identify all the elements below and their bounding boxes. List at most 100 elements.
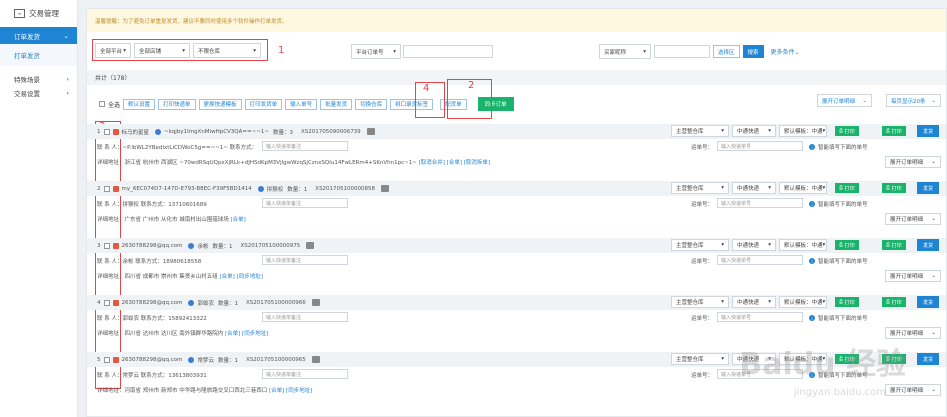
contact-info: ~P.lbWL2YBedIxtLiCDWoC5g==~~1~ 联系方式： bbox=[122, 145, 258, 151]
ship-warehouse-select[interactable]: 主营整仓库 ▾ bbox=[671, 182, 729, 194]
menu-order-ship[interactable]: 订单发货 ⌄ bbox=[0, 27, 77, 44]
template-select[interactable]: 默认模板：中通 ▾ bbox=[779, 125, 827, 137]
smart-fill[interactable]: i 智能填写下面的单号 bbox=[809, 314, 868, 322]
waybill-input[interactable]: 输入快递单号 bbox=[717, 255, 803, 265]
print-button[interactable]: ⎙ 打印 bbox=[835, 240, 859, 250]
switch-warehouse-button[interactable]: 切换仓库 bbox=[355, 98, 388, 110]
menu-special[interactable]: 特殊场景 › bbox=[0, 72, 77, 86]
expand-all-button[interactable]: 展开订单明细 ⌄ bbox=[817, 94, 872, 107]
order-checkbox[interactable] bbox=[103, 128, 110, 135]
printer-icon: ⎙ bbox=[886, 185, 891, 191]
ship-warehouse-select[interactable]: 主营整仓库 ▾ bbox=[671, 353, 729, 365]
print-button-2[interactable]: ⎙ 打印 bbox=[882, 297, 906, 307]
order-links[interactable]: [合单] [同步地址] bbox=[269, 388, 312, 394]
order-input[interactable] bbox=[403, 45, 493, 58]
input-number-button[interactable]: 输入单号 bbox=[285, 98, 318, 110]
order-card: 2 my_6EC074D7-147D-E793-B8EC-F39F5BD1414… bbox=[87, 181, 946, 228]
remark-input[interactable]: 输入快递单备注 bbox=[262, 198, 348, 208]
menu-trade-settings[interactable]: 交易设置 › bbox=[0, 86, 77, 100]
submenu-print-ship[interactable]: 打单发货 bbox=[0, 44, 77, 66]
ship-warehouse-select[interactable]: 主营整仓库 ▾ bbox=[671, 239, 729, 251]
ship-warehouse-select[interactable]: 主营整仓库 ▾ bbox=[671, 296, 729, 308]
platform-icon bbox=[112, 185, 119, 192]
order-body: 联 系 人：郭蚁农 联系方式：15892413322 输入快递单备注 详细地址：… bbox=[87, 310, 946, 342]
memo-icon[interactable] bbox=[306, 242, 315, 249]
order-links[interactable]: [取消合并] [合单] [取消拆单] bbox=[419, 160, 490, 166]
print-button-2[interactable]: ⎙ 打印 bbox=[882, 240, 906, 250]
order-detail-toggle[interactable]: 展开订单明细 ⌄ bbox=[885, 156, 941, 168]
caret-icon: ▾ bbox=[721, 185, 724, 191]
change-template-button[interactable]: 更换快递模板 bbox=[198, 98, 242, 110]
template-select[interactable]: 默认模板：中通 ▾ bbox=[779, 296, 827, 308]
waybill-input[interactable]: 输入快递单号 bbox=[717, 312, 803, 322]
ship-warehouse-value: 主营整仓库 bbox=[676, 300, 704, 306]
ship-button[interactable]: 发货 bbox=[917, 239, 940, 251]
print-express-button[interactable]: 打印快递单 bbox=[158, 98, 196, 110]
print-button-2[interactable]: ⎙ 打印 bbox=[882, 183, 906, 193]
print-button[interactable]: ⎙ 打印 bbox=[835, 183, 859, 193]
print-button[interactable]: ⎙ 打印 bbox=[835, 297, 859, 307]
print-button-2[interactable]: ⎙ 打印 bbox=[882, 126, 906, 136]
remark-input[interactable]: 输入快递单备注 bbox=[262, 255, 348, 265]
order-detail-toggle[interactable]: 展开订单明细 ⌄ bbox=[885, 213, 941, 225]
per-page-select[interactable]: 每页显示20条 ⌄ bbox=[886, 94, 941, 107]
express-select[interactable]: 中通快递 ▾ bbox=[732, 125, 776, 137]
remark-input[interactable]: 输入快递单备注 bbox=[262, 141, 348, 151]
order-links[interactable]: [合单] [同步地址] bbox=[225, 331, 268, 337]
order-detail-toggle[interactable]: 展开订单明细 ⌄ bbox=[885, 270, 941, 282]
waybill-input[interactable]: 输入快递单号 bbox=[717, 198, 803, 208]
ship-warehouse-select[interactable]: 主营整仓库 ▾ bbox=[671, 125, 729, 137]
pick-area-button[interactable]: 选择区 bbox=[713, 45, 740, 58]
more-filters-link[interactable]: 更多条件⌄ bbox=[771, 47, 800, 56]
ship-button[interactable]: 发货 bbox=[917, 353, 940, 365]
express-select[interactable]: 中通快递 ▾ bbox=[732, 296, 776, 308]
buyer-type-select[interactable]: 买家昵称 ▾ bbox=[599, 44, 651, 59]
select-all-checkbox[interactable] bbox=[99, 101, 105, 107]
remark-input[interactable]: 输入快递单备注 bbox=[262, 312, 348, 322]
caret-icon: ▾ bbox=[393, 48, 396, 55]
ship-button[interactable]: 发货 bbox=[917, 182, 940, 194]
select-all-label: 全选 bbox=[108, 101, 121, 109]
smart-fill[interactable]: i 智能填写下面的单号 bbox=[809, 143, 868, 151]
order-type-select[interactable]: 平台订单号 ▾ bbox=[351, 44, 401, 59]
address-row: 详细地址：四川省 成都市 崇州市 集贤乡山村五组 [合单] [同步地址] bbox=[97, 272, 263, 280]
print-button[interactable]: ⎙ 打印 bbox=[835, 126, 859, 136]
order-card: 4 2630788298@qq.com 郭蚁农 数量：1 XS201705100… bbox=[87, 295, 946, 342]
submenu-print-ship-label: 打单发货 bbox=[14, 52, 40, 60]
order-detail-toggle[interactable]: 展开订单明细 ⌄ bbox=[885, 327, 941, 339]
memo-icon[interactable] bbox=[381, 185, 390, 192]
memo-icon[interactable] bbox=[366, 128, 375, 135]
template-select[interactable]: 默认模板：中通 ▾ bbox=[779, 182, 827, 194]
template-select[interactable]: 默认模板：中通 ▾ bbox=[779, 239, 827, 251]
search-button[interactable]: 搜索 bbox=[742, 45, 764, 58]
smart-fill-label: 智能填写下面的单号 bbox=[818, 145, 868, 151]
select-all[interactable]: 全选 bbox=[99, 100, 120, 109]
annotation-2: 2 bbox=[468, 80, 475, 91]
order-checkbox[interactable] bbox=[103, 356, 110, 363]
express-select[interactable]: 中通快递 ▾ bbox=[732, 239, 776, 251]
waybill-input[interactable]: 输入快递单号 bbox=[717, 141, 803, 151]
order-checkbox[interactable] bbox=[103, 242, 110, 249]
order-detail-toggle[interactable]: 展开订单明细 ⌄ bbox=[885, 384, 941, 396]
order-links[interactable]: [合单] [同步地址] bbox=[220, 274, 263, 280]
memo-icon[interactable] bbox=[311, 299, 320, 306]
smart-fill[interactable]: i 智能填写下面的单号 bbox=[809, 200, 868, 208]
default-settings-button[interactable]: 默认设置 bbox=[123, 98, 156, 110]
order-links[interactable]: [合单] bbox=[231, 217, 246, 223]
print-delivery-button[interactable]: 打印发货单 bbox=[244, 98, 283, 110]
order-search: 平台订单号 ▾ bbox=[351, 44, 493, 59]
memo-icon[interactable] bbox=[311, 356, 320, 363]
express-select[interactable]: 中通快递 ▾ bbox=[732, 182, 776, 194]
caret-icon: ▾ bbox=[822, 299, 826, 305]
ship-button[interactable]: 发货 bbox=[917, 125, 940, 137]
order-checkbox[interactable] bbox=[103, 185, 110, 192]
address-row: 详细地址：浙江省 杭州市 西湖区 ~70wdRSqUQpxXjRLk+dJHSd… bbox=[97, 158, 490, 166]
smart-fill[interactable]: i 智能填写下面的单号 bbox=[809, 257, 868, 265]
ship-button[interactable]: 发货 bbox=[917, 296, 940, 308]
remark-input[interactable]: 输入快递单备注 bbox=[262, 369, 348, 379]
address: 浙江省 杭州市 西湖区 ~70wdRSqUQpxXjRLk+dJHSdKpM3V… bbox=[124, 160, 417, 166]
order-detail-label: 展开订单明细 bbox=[890, 274, 924, 280]
batch-ship-button[interactable]: 批量发货 bbox=[320, 98, 353, 110]
buyer-input[interactable] bbox=[654, 45, 710, 58]
order-checkbox[interactable] bbox=[103, 299, 110, 306]
